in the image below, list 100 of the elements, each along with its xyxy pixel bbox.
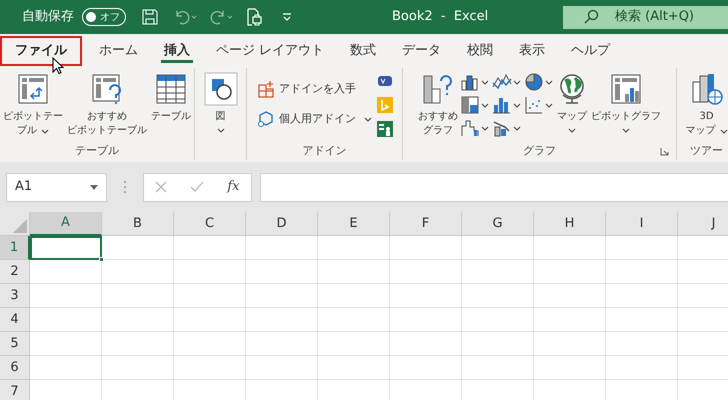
cell[interactable] <box>462 308 534 332</box>
cell[interactable] <box>102 356 174 380</box>
ribbon-tab[interactable]: ページ レイアウト <box>203 36 338 66</box>
cell[interactable] <box>390 284 462 308</box>
ribbon-tab[interactable]: 表示 <box>506 36 558 66</box>
column-header[interactable]: F <box>390 212 462 236</box>
ribbon-tab[interactable]: ヘルプ <box>558 36 624 66</box>
ribbon-button[interactable]: ピボットテー ブル <box>3 68 63 138</box>
chart-type-button[interactable] <box>492 72 521 92</box>
insert-function-button[interactable]: fx <box>227 177 240 197</box>
chart-type-button[interactable] <box>460 95 489 115</box>
ribbon-button[interactable]: ピボットグラフ <box>591 68 661 133</box>
ribbon-button[interactable]: 個人用アドイン <box>255 106 374 132</box>
column-header[interactable]: H <box>534 212 606 236</box>
formula-input[interactable] <box>260 172 728 202</box>
column-header[interactable]: C <box>174 212 246 236</box>
search-bar[interactable]: 検索 (Alt+Q) <box>563 6 728 28</box>
ribbon-tab[interactable]: 挿入 <box>151 36 203 66</box>
enter-icon[interactable] <box>190 181 204 193</box>
ribbon-tab[interactable]: 校閲 <box>454 36 506 66</box>
cell[interactable] <box>318 356 390 380</box>
ribbon-button[interactable]: マップ <box>555 68 589 133</box>
cell[interactable] <box>246 356 318 380</box>
cell[interactable] <box>462 284 534 308</box>
cancel-icon[interactable] <box>155 181 168 193</box>
cell[interactable] <box>102 236 174 260</box>
cell[interactable] <box>174 284 246 308</box>
column-header[interactable]: D <box>246 212 318 236</box>
cell[interactable] <box>30 260 102 284</box>
cell[interactable] <box>390 260 462 284</box>
cell[interactable] <box>174 260 246 284</box>
row-header[interactable]: 6 <box>0 356 30 380</box>
row-header[interactable]: 2 <box>0 260 30 284</box>
cell[interactable] <box>462 356 534 380</box>
chart-type-button[interactable] <box>460 118 489 138</box>
cell[interactable] <box>462 236 534 260</box>
ribbon-button[interactable]: アドインを入手 <box>255 76 374 102</box>
print-preview-icon[interactable] <box>246 8 262 26</box>
row-header[interactable]: 4 <box>0 308 30 332</box>
cell[interactable] <box>174 332 246 356</box>
cell[interactable] <box>102 284 174 308</box>
row-header[interactable]: 5 <box>0 332 30 356</box>
cell[interactable] <box>246 236 318 260</box>
cell[interactable] <box>534 332 606 356</box>
cell[interactable] <box>102 260 174 284</box>
column-header[interactable]: J <box>678 212 728 236</box>
cell[interactable] <box>606 260 678 284</box>
cell[interactable] <box>534 308 606 332</box>
cell[interactable] <box>102 332 174 356</box>
autosave-toggle[interactable]: オフ <box>82 8 126 26</box>
ribbon-button[interactable]: テーブル <box>151 68 191 124</box>
cell[interactable] <box>534 356 606 380</box>
ribbon-button[interactable]: おすすめ グラフ <box>418 68 458 138</box>
cell[interactable] <box>246 260 318 284</box>
cell[interactable] <box>390 308 462 332</box>
column-header[interactable]: E <box>318 212 390 236</box>
cell[interactable] <box>318 236 390 260</box>
cell[interactable] <box>462 332 534 356</box>
name-box[interactable]: A1 <box>6 172 107 202</box>
cell[interactable] <box>246 308 318 332</box>
cell[interactable] <box>606 356 678 380</box>
cell[interactable] <box>534 284 606 308</box>
cell[interactable] <box>174 308 246 332</box>
customize-icon[interactable] <box>282 13 292 21</box>
app-button[interactable] <box>376 120 394 138</box>
cell[interactable] <box>318 308 390 332</box>
cell[interactable] <box>30 356 102 380</box>
column-header[interactable]: B <box>102 212 174 236</box>
cell[interactable] <box>606 236 678 260</box>
dialog-launcher-icon[interactable] <box>660 146 669 156</box>
cell[interactable] <box>174 236 246 260</box>
cell[interactable] <box>30 332 102 356</box>
cell[interactable] <box>30 284 102 308</box>
cell[interactable] <box>462 260 534 284</box>
row-header[interactable]: 1 <box>0 236 30 260</box>
column-header[interactable]: G <box>462 212 534 236</box>
cell[interactable] <box>318 260 390 284</box>
cell[interactable] <box>246 284 318 308</box>
chart-type-button[interactable] <box>492 95 521 115</box>
cell[interactable] <box>390 356 462 380</box>
cell[interactable] <box>390 332 462 356</box>
ribbon-button[interactable]: 図 <box>204 68 238 133</box>
cell[interactable] <box>246 332 318 356</box>
chart-type-button[interactable] <box>524 72 553 92</box>
cell[interactable] <box>318 332 390 356</box>
ribbon-tab[interactable]: ホーム <box>86 36 151 66</box>
cell[interactable] <box>606 332 678 356</box>
ribbon-tab[interactable]: データ <box>389 36 454 66</box>
cell[interactable] <box>606 284 678 308</box>
active-cell[interactable] <box>30 236 102 260</box>
save-icon[interactable] <box>142 9 158 25</box>
search-field[interactable]: 検索 (Alt+Q) <box>615 7 725 27</box>
column-header[interactable]: A <box>30 212 102 236</box>
ribbon-tab[interactable]: 数式 <box>337 36 390 66</box>
cell[interactable] <box>606 308 678 332</box>
cell[interactable] <box>318 284 390 308</box>
ribbon-button[interactable]: 3D マップ <box>686 68 728 138</box>
column-header[interactable]: I <box>606 212 678 236</box>
ribbon-tab[interactable]: ファイル <box>0 36 82 66</box>
cell[interactable] <box>534 260 606 284</box>
